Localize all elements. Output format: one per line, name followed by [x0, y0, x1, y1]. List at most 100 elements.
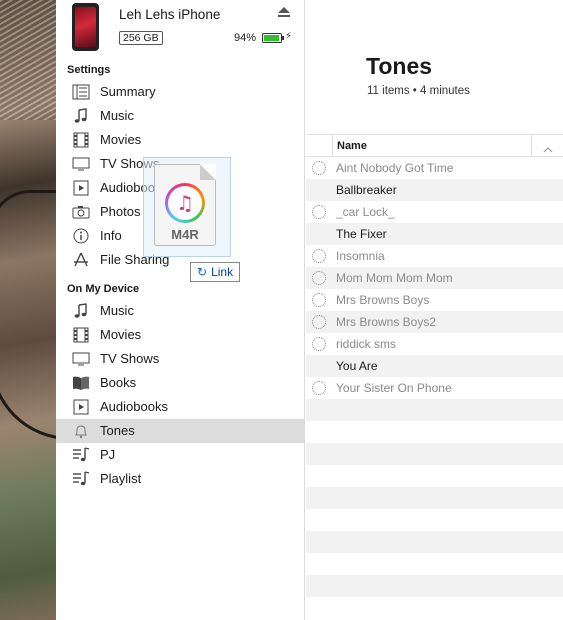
link-icon: ↻	[197, 265, 208, 279]
tv-icon	[72, 351, 90, 367]
tone-name: Ballbreaker	[336, 183, 397, 197]
table-row[interactable]: Mrs Browns Boys2	[306, 311, 563, 333]
film-icon	[72, 327, 90, 343]
sidebar-item-settings-movies[interactable]: Movies	[56, 128, 304, 152]
tone-name: Aint Nobody Got Time	[336, 161, 454, 175]
empty-row	[306, 597, 563, 619]
sidebar-item-device-tones[interactable]: Tones	[56, 419, 304, 443]
capacity-badge: 256 GB	[119, 31, 163, 45]
empty-row	[306, 553, 563, 575]
empty-row	[306, 421, 563, 443]
sidebar-item-device-books[interactable]: Books	[56, 371, 304, 395]
sidebar-item-label: Movies	[100, 132, 142, 147]
empty-row	[306, 465, 563, 487]
sidebar-item-label: Books	[100, 375, 137, 390]
pending-sync-icon	[312, 293, 326, 307]
sidebar-item-label: Music	[100, 303, 134, 318]
audiobook-icon	[72, 180, 90, 196]
empty-row	[306, 531, 563, 553]
sidebar-item-label: PJ	[100, 447, 116, 462]
sidebar-item-label: Summary	[100, 84, 156, 99]
sidebar-item-device-tv-shows[interactable]: TV Shows	[56, 347, 304, 371]
sidebar-item-device-playlist[interactable]: Playlist	[56, 467, 304, 491]
sidebar-item-label: Movies	[100, 327, 142, 342]
table-row[interactable]: Mom Mom Mom Mom	[306, 267, 563, 289]
column-header-label: Name	[337, 140, 367, 152]
drag-link-tooltip: ↻ Link	[190, 262, 241, 282]
iphone-icon	[72, 3, 99, 51]
desktop-wallpaper-texture	[0, 0, 56, 120]
playlist-icon	[72, 447, 90, 463]
file-extension: M4R	[171, 227, 199, 242]
settings-section-title: Settings	[67, 64, 111, 76]
drag-tooltip-label: Link	[211, 265, 234, 279]
sidebar-item-settings-music[interactable]: Music	[56, 104, 304, 128]
pending-sync-icon	[312, 337, 326, 351]
table-row[interactable]: riddick sms	[306, 333, 563, 355]
music-note-icon	[72, 303, 90, 319]
summary-icon	[72, 84, 90, 100]
tone-name: Mom Mom Mom Mom	[336, 271, 453, 285]
table-row[interactable]: The Fixer	[306, 223, 563, 245]
book-icon	[72, 375, 90, 391]
tone-name: Your Sister On Phone	[336, 381, 452, 395]
desktop-wallpaper-rein	[0, 190, 56, 440]
table-header: Name	[306, 134, 563, 157]
table-body: Aint Nobody Got Time Ballbreaker _car Lock…	[306, 157, 563, 619]
pending-sync-icon	[312, 315, 326, 329]
table-row[interactable]: _car Lock_	[306, 201, 563, 223]
pending-sync-icon	[312, 249, 326, 263]
sidebar-item-label: Audiobooks	[100, 399, 168, 414]
sidebar-item-label: Playlist	[100, 471, 142, 486]
battery-percent: 94%	[234, 32, 257, 44]
page-subtitle: 11 items • 4 minutes	[367, 85, 470, 97]
table-row[interactable]: Mrs Browns Boys	[306, 289, 563, 311]
bell-icon	[72, 423, 90, 439]
m4r-file-icon: ♫ M4R	[154, 164, 216, 246]
on-device-nav: Music Movies TV Shows Books Audiobooks Tones P…	[56, 299, 304, 491]
device-name: Leh Lehs iPhone	[119, 7, 221, 22]
battery-icon	[262, 33, 284, 43]
audiobook-icon	[72, 399, 90, 415]
sidebar-item-device-music[interactable]: Music	[56, 299, 304, 323]
pending-sync-icon	[312, 271, 326, 285]
sidebar-item-label: Tones	[100, 423, 135, 438]
page-title: Tones	[366, 53, 433, 79]
film-icon	[72, 132, 90, 148]
table-row[interactable]: Ballbreaker	[306, 179, 563, 201]
sidebar-item-device-audiobooks[interactable]: Audiobooks	[56, 395, 304, 419]
app-store-icon	[72, 252, 90, 268]
drag-file-ghost: ♫ M4R	[143, 157, 231, 257]
table-row[interactable]: Aint Nobody Got Time	[306, 157, 563, 179]
sidebar-item-label: Photos	[100, 204, 141, 219]
sidebar-item-device-movies[interactable]: Movies	[56, 323, 304, 347]
column-header-name[interactable]: Name	[332, 135, 553, 157]
camera-icon	[72, 204, 90, 220]
eject-icon[interactable]	[278, 7, 290, 19]
tone-name: riddick sms	[336, 337, 397, 351]
table-row[interactable]: Insomnia	[306, 245, 563, 267]
tone-name: The Fixer	[336, 227, 387, 241]
music-note-icon: ♫	[168, 186, 202, 220]
pending-sync-icon	[312, 161, 326, 175]
empty-row	[306, 575, 563, 597]
sidebar-item-device-pj[interactable]: PJ	[56, 443, 304, 467]
charging-icon: ⚡	[285, 31, 293, 42]
tone-name: You Are	[336, 359, 378, 373]
empty-row	[306, 443, 563, 465]
table-row[interactable]: Your Sister On Phone	[306, 377, 563, 399]
device-header[interactable]: Leh Lehs iPhone 256 GB 94% ⚡	[56, 0, 304, 60]
tones-table: Name Aint Nobody Got Time Ballbreaker _car…	[306, 134, 563, 619]
on-device-section-title: On My Device	[67, 283, 140, 295]
empty-row	[306, 509, 563, 531]
empty-row	[306, 487, 563, 509]
main-content: Tones 11 items • 4 minutes Name Aint Nob…	[306, 0, 563, 620]
table-row[interactable]: You Are	[306, 355, 563, 377]
sidebar-item-settings-summary[interactable]: Summary	[56, 80, 304, 104]
pending-sync-icon	[312, 381, 326, 395]
tone-name: _car Lock_	[336, 205, 395, 219]
sidebar-item-label: Info	[100, 228, 122, 243]
music-note-icon	[72, 108, 90, 124]
tone-name: Mrs Browns Boys	[336, 293, 430, 307]
desktop-background	[0, 0, 56, 620]
